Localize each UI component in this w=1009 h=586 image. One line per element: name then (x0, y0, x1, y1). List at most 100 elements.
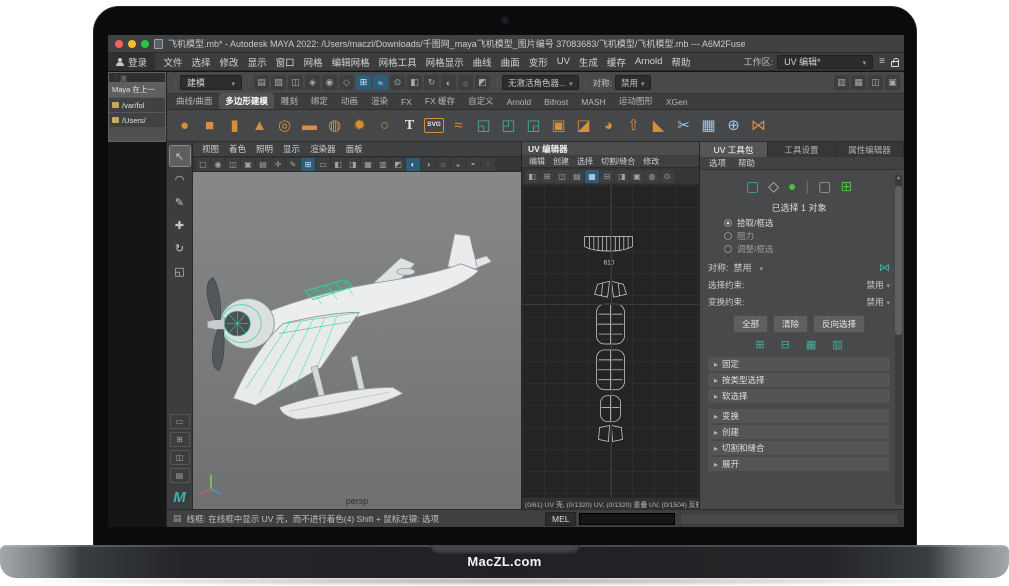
mirror-icon[interactable]: ⋈ (748, 115, 769, 137)
background-window[interactable]: 浏 Maya 在上一 /var/fol/Users/ (108, 72, 166, 142)
uv-menu-item[interactable]: 编辑 (525, 156, 549, 167)
lasso-tool[interactable]: ◠ (170, 169, 190, 189)
grip-icon[interactable] (171, 78, 177, 87)
outliner-layout-button[interactable]: ▤ (170, 468, 190, 483)
ambient-occlusion-icon[interactable]: ◓ (466, 158, 480, 171)
shelf-tab[interactable]: 雕刻 (275, 93, 304, 109)
airplane-model[interactable] (193, 172, 521, 509)
divider[interactable]: | (805, 179, 809, 193)
sign-in-button[interactable]: 登录 (108, 53, 155, 70)
modeling-toolkit-toggle-icon[interactable]: ▥ (834, 75, 849, 90)
collapsible-section[interactable]: 按类型选择 (708, 373, 890, 387)
scale-tool[interactable]: ◱ (170, 261, 190, 281)
uv-editor-view[interactable]: 610 (522, 185, 699, 497)
save-scene-icon[interactable]: ◫ (288, 75, 303, 90)
construction-history-icon[interactable]: ↻ (424, 75, 439, 90)
boolean-union-icon[interactable]: ◱ (473, 115, 494, 137)
viewport-menu-item[interactable]: 显示 (278, 143, 305, 155)
menu-item[interactable]: UV (552, 56, 574, 67)
viewport-menu-item[interactable]: 面板 (341, 143, 368, 155)
gate-mask-icon[interactable]: ◨ (346, 158, 360, 171)
safe-title-icon[interactable]: ◩ (391, 158, 405, 171)
safe-action-icon[interactable]: ▥ (376, 158, 390, 171)
menu-item[interactable]: 网格工具 (374, 55, 421, 69)
pixel-snap-icon[interactable]: ⊟ (600, 170, 614, 183)
shelf-tab[interactable]: FX (395, 95, 418, 109)
open-scene-icon[interactable]: ▨ (271, 75, 286, 90)
select-hierarchy-icon[interactable]: ◈ (305, 75, 320, 90)
grease-pencil-icon[interactable]: ✎ (286, 158, 300, 171)
shaded-sphere-icon[interactable]: ● (788, 179, 796, 193)
menu-item[interactable]: 曲面 (496, 55, 524, 69)
constraint-row[interactable]: 选择约束: 禁用 (708, 278, 890, 292)
scroll-up-icon[interactable] (895, 175, 902, 181)
snap-grid-icon[interactable]: ⊞ (356, 75, 371, 90)
move-tool[interactable]: ✚ (170, 215, 190, 235)
boolean-difference-icon[interactable]: ◰ (498, 115, 519, 137)
shelf-tab[interactable]: 多边形建模 (219, 93, 274, 109)
checker-map-icon[interactable]: ⊞ (540, 170, 554, 183)
lock-camera-icon[interactable]: ◉ (211, 158, 225, 171)
tile-labels-icon[interactable]: ▤ (570, 170, 584, 183)
poly-cube-icon[interactable]: ■ (199, 115, 220, 137)
scrollbar-thumb[interactable] (895, 186, 902, 335)
workspace-selector[interactable]: UV 编辑* (777, 55, 873, 69)
uv-menu-item[interactable]: 切割/缝合 (597, 156, 639, 167)
resolution-gate-icon[interactable]: ◧ (331, 158, 345, 171)
select-tool[interactable]: ↖ (170, 146, 190, 166)
grip-icon[interactable] (245, 78, 251, 87)
menu-item[interactable]: 网格 (299, 55, 327, 69)
paint-select-tool[interactable]: ✎ (170, 192, 190, 212)
pan-zoom-icon[interactable]: ✛ (271, 158, 285, 171)
menu-item[interactable]: 曲线 (468, 55, 496, 69)
poly-sphere-icon[interactable]: ● (174, 115, 195, 137)
lock-workspace-icon[interactable] (891, 61, 899, 67)
toolkit-button[interactable]: 反向选择 (813, 315, 865, 333)
render-current-frame-icon[interactable]: ☼ (458, 75, 473, 90)
shelf-tab[interactable]: XGen (660, 95, 694, 109)
menu-item[interactable]: 网格显示 (421, 55, 468, 69)
uv-menu-item[interactable]: 选择 (573, 156, 597, 167)
viewport-menu-item[interactable]: 着色 (224, 143, 251, 155)
menu-item[interactable]: 帮助 (667, 55, 695, 69)
field-chart-icon[interactable]: ▦ (361, 158, 375, 171)
workspace-menu-icon[interactable] (879, 56, 885, 67)
uv-menu-item[interactable]: 创建 (549, 156, 573, 167)
path-item[interactable]: /Users/ (109, 112, 165, 127)
unpin-uvs-icon[interactable]: ⊟ (781, 338, 790, 351)
menu-item[interactable]: 编辑网格 (327, 55, 374, 69)
ipr-render-icon[interactable]: ◩ (475, 75, 490, 90)
bevel-icon[interactable]: ◣ (648, 115, 669, 137)
smooth-icon[interactable]: ◕ (598, 115, 619, 137)
toolkit-menu-item[interactable]: 帮助 (738, 157, 755, 169)
selection-mode-radio[interactable]: 阻力 (708, 229, 890, 242)
collapsible-section[interactable]: 软选择 (708, 389, 890, 403)
toolkit-tab[interactable]: UV 工具包 (700, 142, 768, 157)
svg-tool-icon[interactable]: SVG (424, 118, 444, 133)
render-view-icon[interactable]: ◐ (441, 75, 456, 90)
image-plane-icon[interactable]: ▤ (256, 158, 270, 171)
toolkit-button[interactable]: 全部 (733, 315, 768, 333)
pin-border-icon[interactable]: ▦ (806, 338, 816, 351)
marquee-select-icon[interactable]: ▢ (746, 179, 759, 193)
menu-item[interactable]: 显示 (243, 55, 271, 69)
two-pane-layout-button[interactable]: ◫ (170, 450, 190, 465)
viewport-menu-item[interactable]: 视图 (197, 143, 224, 155)
poly-soccerball-icon[interactable]: ○ (374, 115, 395, 137)
shelf-tab[interactable]: Bifrost (538, 95, 574, 109)
shelf-tab[interactable]: MASH (575, 95, 612, 109)
shadows-icon[interactable]: ◒ (451, 158, 465, 171)
poly-type-icon[interactable]: T (399, 115, 420, 137)
shelf-tab[interactable]: 绑定 (305, 93, 334, 109)
path-item[interactable]: /var/fol (109, 97, 165, 112)
menu-item[interactable]: 缓存 (602, 55, 630, 69)
shelf-tab[interactable]: FX 缓存 (419, 93, 461, 109)
attribute-editor-toggle-icon[interactable]: ◫ (868, 75, 883, 90)
menu-item[interactable]: 变形 (524, 55, 552, 69)
extrude-icon[interactable]: ⇧ (623, 115, 644, 137)
menu-set-selector[interactable]: 建模 (180, 75, 242, 90)
textured-display-icon[interactable]: ◑ (421, 158, 435, 171)
poly-gear-icon[interactable]: ✹ (349, 115, 370, 137)
grid-toggle-icon[interactable]: ⊞ (301, 158, 315, 171)
shelf-tab[interactable]: 运动图形 (613, 93, 659, 109)
